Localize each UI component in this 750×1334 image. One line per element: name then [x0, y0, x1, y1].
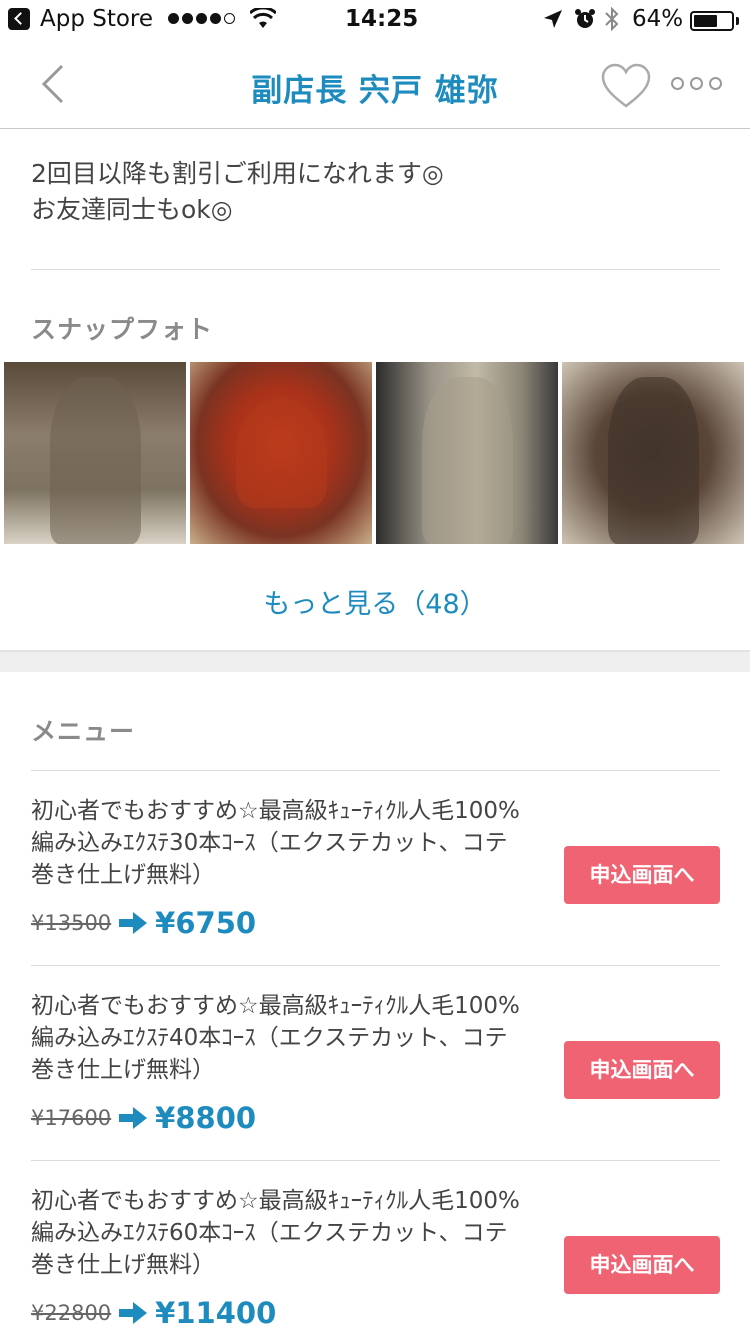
back-to-app-label[interactable]: App Store: [40, 6, 153, 32]
original-price: ¥17600: [31, 1106, 112, 1130]
menu-item-title-line: 編み込みｴｸｽﾃ30本ｺｰｽ（エクステカット、コテ: [31, 830, 508, 856]
divider: [31, 770, 720, 771]
navigation-bar: 副店長 宍戸 雄弥: [0, 40, 750, 129]
description-line: お友達同士もok◎: [31, 195, 233, 224]
menu-item-title-line: 初心者でもおすすめ☆最高級ｷｭｰﾃｨｸﾙ人毛100%: [31, 993, 520, 1019]
apply-button[interactable]: 申込画面へ: [564, 1236, 720, 1294]
menu-item: 初心者でもおすすめ☆最高級ｷｭｰﾃｨｸﾙ人毛100% 編み込みｴｸｽﾃ30本ｺｰ…: [31, 795, 720, 943]
clock-time: 14:25: [345, 6, 419, 32]
back-to-app-icon[interactable]: [8, 8, 30, 30]
wifi-icon: [250, 8, 276, 28]
menu-item-title-line: 巻き仕上げ無料）: [31, 1252, 215, 1278]
menu-item-price: ¥22800 ¥11400: [31, 1293, 720, 1333]
menu-item-title: 初心者でもおすすめ☆最高級ｷｭｰﾃｨｸﾙ人毛100% 編み込みｴｸｽﾃ60本ｺｰ…: [31, 1185, 551, 1281]
divider: [31, 1160, 720, 1161]
menu-item-title-line: 初心者でもおすすめ☆最高級ｷｭｰﾃｨｸﾙ人毛100%: [31, 798, 520, 824]
more-options-icon[interactable]: [671, 77, 722, 90]
section-separator: [0, 650, 750, 672]
snap-photo-strip: [4, 362, 750, 544]
battery-tip: [736, 17, 739, 25]
menu-item: 初心者でもおすすめ☆最高級ｷｭｰﾃｨｸﾙ人毛100% 編み込みｴｸｽﾃ40本ｺｰ…: [31, 990, 720, 1138]
bluetooth-icon: [605, 6, 619, 32]
location-arrow-icon: [544, 10, 562, 28]
snap-photo[interactable]: [376, 362, 558, 544]
apply-button[interactable]: 申込画面へ: [564, 1041, 720, 1099]
arrow-right-icon: [119, 912, 148, 934]
alarm-clock-icon: [575, 9, 595, 28]
stylist-description: 2回目以降も割引ご利用になれます◎ お友達同士もok◎: [31, 156, 721, 228]
divider: [31, 269, 720, 270]
divider: [31, 965, 720, 966]
discount-price: ¥11400: [155, 1296, 277, 1330]
status-bar: App Store 14:25 64%: [0, 0, 750, 40]
menu-item-price: ¥17600 ¥8800: [31, 1098, 720, 1138]
menu-item-title-line: 編み込みｴｸｽﾃ60本ｺｰｽ（エクステカット、コテ: [31, 1220, 508, 1246]
description-line: 2回目以降も割引ご利用になれます◎: [31, 159, 444, 188]
original-price: ¥22800: [31, 1301, 112, 1325]
arrow-right-icon: [119, 1302, 148, 1324]
menu-item-title-line: 巻き仕上げ無料）: [31, 1057, 215, 1083]
battery-icon: [690, 11, 734, 31]
menu-heading: メニュー: [31, 717, 136, 746]
menu-item-title-line: 巻き仕上げ無料）: [31, 862, 215, 888]
menu-item-title: 初心者でもおすすめ☆最高級ｷｭｰﾃｨｸﾙ人毛100% 編み込みｴｸｽﾃ30本ｺｰ…: [31, 795, 551, 891]
apply-button[interactable]: 申込画面へ: [564, 846, 720, 904]
arrow-right-icon: [119, 1107, 148, 1129]
menu-item-title: 初心者でもおすすめ☆最高級ｷｭｰﾃｨｸﾙ人毛100% 編み込みｴｸｽﾃ40本ｺｰ…: [31, 990, 551, 1086]
snap-photo[interactable]: [562, 362, 744, 544]
menu-item-price: ¥13500 ¥6750: [31, 903, 720, 943]
menu-item: 初心者でもおすすめ☆最高級ｷｭｰﾃｨｸﾙ人毛100% 編み込みｴｸｽﾃ60本ｺｰ…: [31, 1185, 720, 1333]
snap-photo-heading: スナップフォト: [31, 315, 214, 344]
signal-strength-icon: [168, 13, 235, 24]
see-more-photos-link[interactable]: もっと見る（48）: [0, 582, 750, 621]
menu-item-title-line: 編み込みｴｸｽﾃ40本ｺｰｽ（エクステカット、コテ: [31, 1025, 508, 1051]
snap-photo[interactable]: [4, 362, 186, 544]
snap-photo[interactable]: [190, 362, 372, 544]
battery-percentage: 64%: [632, 6, 684, 32]
discount-price: ¥6750: [155, 906, 257, 940]
discount-price: ¥8800: [155, 1101, 257, 1135]
menu-item-title-line: 初心者でもおすすめ☆最高級ｷｭｰﾃｨｸﾙ人毛100%: [31, 1188, 520, 1214]
original-price: ¥13500: [31, 911, 112, 935]
heart-favorite-icon[interactable]: [600, 62, 652, 110]
